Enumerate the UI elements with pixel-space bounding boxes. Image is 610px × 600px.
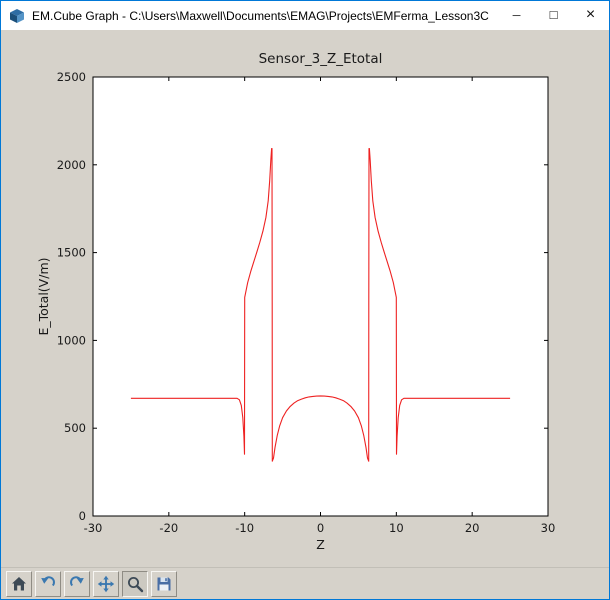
x-axis-label: Z: [316, 537, 325, 552]
chart-canvas[interactable]: -30 -20 -10 0 10 20 30 0 500 1000 1500 2000 2500 Sens…: [1, 30, 609, 567]
x-tick-label: 20: [465, 521, 480, 535]
forward-arrow-icon: [68, 575, 86, 593]
back-button[interactable]: [35, 571, 61, 597]
save-button[interactable]: [151, 571, 177, 597]
x-tick-label: -30: [84, 521, 103, 535]
y-tick-label: 2500: [57, 70, 86, 84]
maximize-icon: □: [549, 7, 558, 22]
emcube-app-icon[interactable]: [9, 8, 25, 24]
pan-arrows-icon: [97, 575, 115, 593]
plot-area[interactable]: [92, 76, 549, 517]
x-tick-label: 0: [317, 521, 324, 535]
close-icon: ×: [585, 5, 596, 23]
window-title: EM.Cube Graph - C:\Users\Maxwell\Documen…: [32, 8, 489, 23]
x-tick-label: -10: [235, 521, 254, 535]
minimize-button[interactable]: ─: [498, 1, 535, 30]
figure-area: -30 -20 -10 0 10 20 30 0 500 1000 1500 2000 2500 Sens…: [1, 30, 609, 567]
titlebar[interactable]: EM.Cube Graph - C:\Users\Maxwell\Documen…: [1, 1, 609, 30]
back-arrow-icon: [39, 575, 57, 593]
maximize-button[interactable]: □: [535, 1, 572, 30]
y-tick-label: 0: [79, 509, 86, 523]
y-tick-label: 1000: [57, 333, 86, 347]
y-tick-label: 1500: [57, 246, 86, 260]
x-tick-label: 30: [541, 521, 556, 535]
app-window: EM.Cube Graph - C:\Users\Maxwell\Documen…: [0, 0, 610, 600]
minimize-icon: ─: [512, 9, 521, 22]
plot-toolbar: [1, 567, 609, 599]
y-tick-label: 500: [64, 421, 86, 435]
x-tick-label: -20: [159, 521, 178, 535]
zoom-magnifier-icon: [126, 575, 144, 593]
save-floppy-icon: [155, 575, 173, 593]
home-icon: [10, 575, 28, 593]
forward-button[interactable]: [64, 571, 90, 597]
x-tick-label: 10: [389, 521, 404, 535]
chart-title: Sensor_3_Z_Etotal: [259, 51, 383, 67]
close-button[interactable]: ×: [572, 1, 609, 30]
home-button[interactable]: [6, 571, 32, 597]
y-tick-label: 2000: [57, 158, 86, 172]
y-axis-label: E_Total(V/m): [36, 257, 51, 335]
window-controls: ─ □ ×: [498, 1, 609, 30]
pan-button[interactable]: [93, 571, 119, 597]
zoom-button[interactable]: [122, 571, 148, 597]
